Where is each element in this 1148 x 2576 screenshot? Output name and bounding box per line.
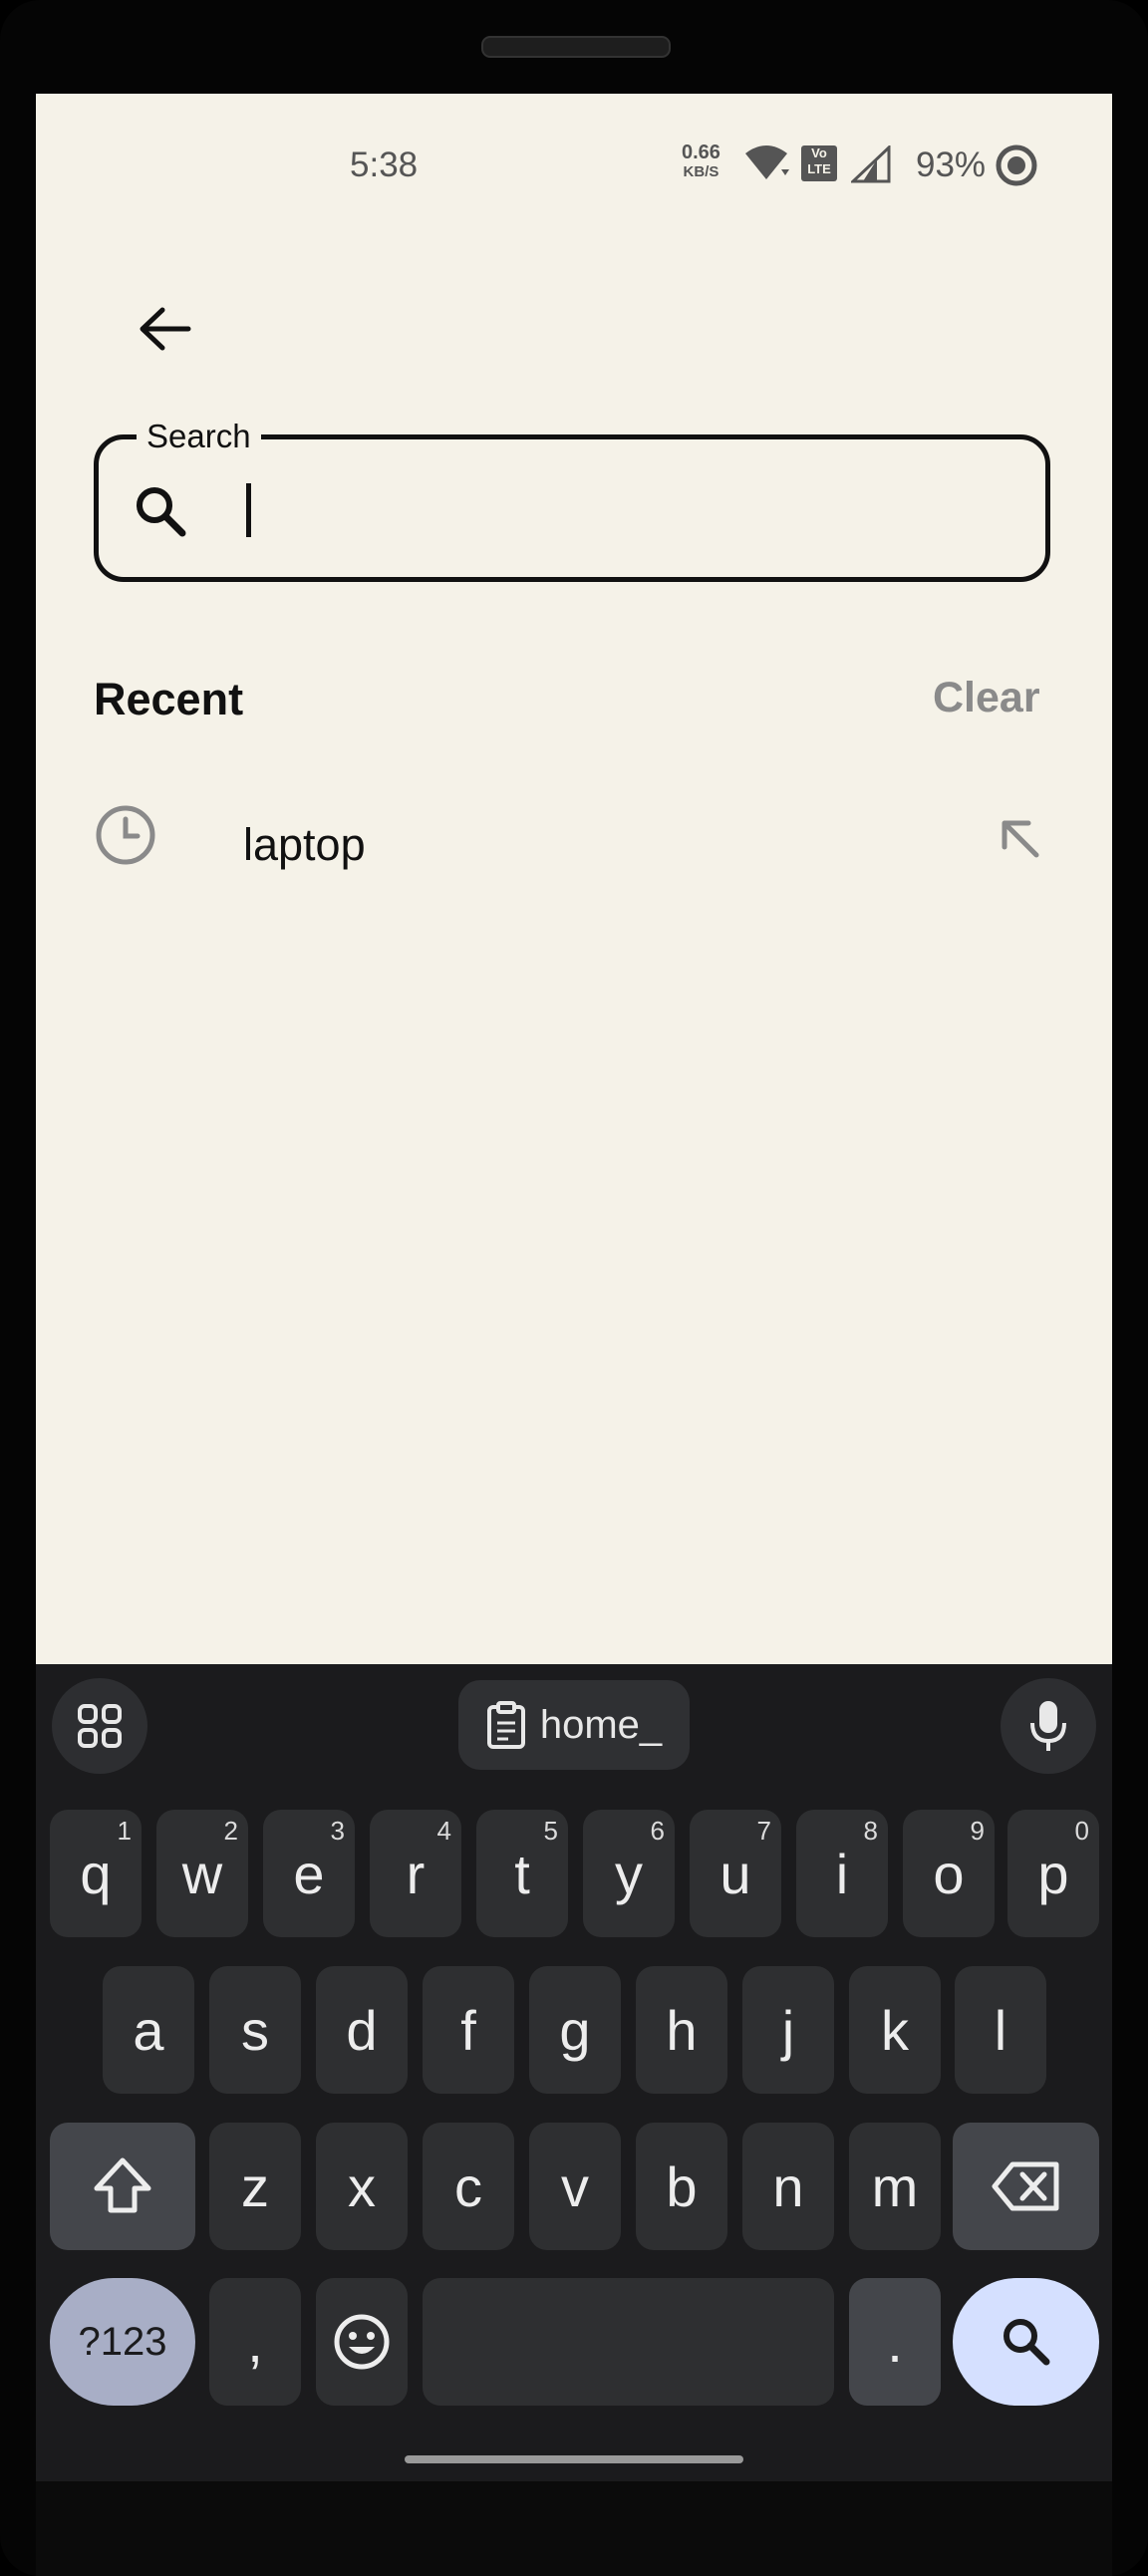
battery-percent: 93% bbox=[916, 145, 987, 184]
key-c[interactable]: c bbox=[423, 2123, 514, 2250]
key-hint: 3 bbox=[330, 1816, 345, 1846]
key-label: w bbox=[181, 1842, 223, 1905]
recent-search-text: laptop bbox=[243, 819, 366, 870]
key-hint: 0 bbox=[1074, 1816, 1089, 1846]
key-z[interactable]: z bbox=[209, 2123, 301, 2250]
shift-key[interactable] bbox=[50, 2123, 195, 2250]
key-hint: 4 bbox=[436, 1816, 451, 1846]
recent-search-item[interactable]: laptop bbox=[94, 791, 1050, 901]
volte-icon: Vo LTE bbox=[801, 145, 837, 181]
key-w[interactable]: w2 bbox=[156, 1810, 248, 1937]
home-indicator[interactable] bbox=[405, 2455, 743, 2463]
key-o[interactable]: o9 bbox=[903, 1810, 995, 1937]
key-m[interactable]: m bbox=[849, 2123, 941, 2250]
key-label: q bbox=[80, 1842, 112, 1905]
key-hint: 6 bbox=[650, 1816, 665, 1846]
key-r[interactable]: r4 bbox=[370, 1810, 461, 1937]
clipboard-text: home_ bbox=[539, 1702, 663, 1747]
key-label: e bbox=[293, 1842, 325, 1905]
emoji-key[interactable] bbox=[316, 2278, 408, 2406]
backspace-icon bbox=[992, 2161, 1058, 2211]
key-hint: 1 bbox=[117, 1816, 132, 1846]
search-action-key[interactable] bbox=[953, 2278, 1099, 2406]
key-hint: 2 bbox=[223, 1816, 238, 1846]
key-s[interactable]: s bbox=[209, 1966, 301, 2094]
key-hint: 8 bbox=[863, 1816, 878, 1846]
key-j[interactable]: j bbox=[742, 1966, 834, 2094]
key-n[interactable]: n bbox=[742, 2123, 834, 2250]
key-b[interactable]: b bbox=[636, 2123, 727, 2250]
network-speed: 0.66 KB/S bbox=[682, 143, 720, 181]
key-e[interactable]: e3 bbox=[263, 1810, 355, 1937]
key-h[interactable]: h bbox=[636, 1966, 727, 2094]
key-hint: 5 bbox=[543, 1816, 558, 1846]
key-label: u bbox=[719, 1842, 751, 1905]
key-i[interactable]: i8 bbox=[796, 1810, 888, 1937]
space-key[interactable] bbox=[423, 2278, 834, 2406]
key-f[interactable]: f bbox=[423, 1966, 514, 2094]
key-u[interactable]: u7 bbox=[690, 1810, 781, 1937]
shift-icon bbox=[94, 2157, 151, 2213]
speaker-grille bbox=[481, 36, 671, 58]
key-label: r bbox=[406, 1842, 426, 1905]
grid-icon bbox=[78, 1704, 122, 1748]
search-icon bbox=[137, 487, 186, 537]
key-a[interactable]: a bbox=[103, 1966, 194, 2094]
emoji-icon bbox=[334, 2314, 390, 2370]
key-y[interactable]: y6 bbox=[583, 1810, 675, 1937]
key-label: o bbox=[933, 1842, 965, 1905]
arrow-up-left-icon[interactable] bbox=[991, 809, 1050, 869]
arrow-left-icon bbox=[140, 307, 191, 351]
key-g[interactable]: g bbox=[529, 1966, 621, 2094]
key-p[interactable]: p0 bbox=[1007, 1810, 1099, 1937]
wifi-icon bbox=[745, 145, 789, 179]
key-x[interactable]: x bbox=[316, 2123, 408, 2250]
keyboard: home_ q1 w2 e3 r4 t5 y6 u7 i8 o9 p0 a s bbox=[36, 1664, 1112, 2481]
key-l[interactable]: l bbox=[955, 1966, 1046, 2094]
signal-icon bbox=[851, 145, 891, 183]
bottom-bezel bbox=[36, 2481, 1112, 2576]
network-speed-unit: KB/S bbox=[683, 163, 719, 180]
clipboard-suggestion[interactable]: home_ bbox=[458, 1680, 690, 1770]
key-label: y bbox=[615, 1842, 643, 1905]
key-hint: 9 bbox=[970, 1816, 985, 1846]
clear-button[interactable]: Clear bbox=[933, 674, 1040, 722]
key-v[interactable]: v bbox=[529, 2123, 621, 2250]
text-cursor bbox=[246, 483, 251, 537]
back-button[interactable] bbox=[126, 289, 205, 369]
comma-key[interactable]: , bbox=[209, 2278, 301, 2406]
clock-icon bbox=[96, 805, 155, 865]
key-q[interactable]: q1 bbox=[50, 1810, 142, 1937]
symbols-key[interactable]: ?123 bbox=[50, 2278, 195, 2406]
search-input[interactable]: Search bbox=[94, 418, 1050, 582]
period-key[interactable]: . bbox=[849, 2278, 941, 2406]
network-speed-value: 0.66 bbox=[682, 142, 720, 163]
key-label: p bbox=[1037, 1842, 1069, 1905]
voice-input-button[interactable] bbox=[1001, 1678, 1096, 1774]
status-time: 5:38 bbox=[350, 145, 419, 184]
backspace-key[interactable] bbox=[953, 2123, 1099, 2250]
clipboard-icon bbox=[486, 1701, 525, 1749]
key-t[interactable]: t5 bbox=[476, 1810, 568, 1937]
key-label: i bbox=[835, 1842, 849, 1905]
keyboard-apps-button[interactable] bbox=[52, 1678, 147, 1774]
phone-frame: 5:38 0.66 KB/S Vo LTE 93% Search Recent … bbox=[0, 0, 1148, 2576]
search-label: Search bbox=[137, 418, 261, 455]
key-k[interactable]: k bbox=[849, 1966, 941, 2094]
key-label: t bbox=[514, 1842, 530, 1905]
screen: 5:38 0.66 KB/S Vo LTE 93% Search Recent … bbox=[36, 94, 1112, 2481]
recent-heading: Recent bbox=[94, 674, 244, 724]
search-icon bbox=[1003, 2319, 1049, 2366]
battery-saver-icon bbox=[996, 144, 1037, 186]
microphone-icon bbox=[1030, 1701, 1066, 1751]
key-hint: 7 bbox=[756, 1816, 771, 1846]
key-d[interactable]: d bbox=[316, 1966, 408, 2094]
